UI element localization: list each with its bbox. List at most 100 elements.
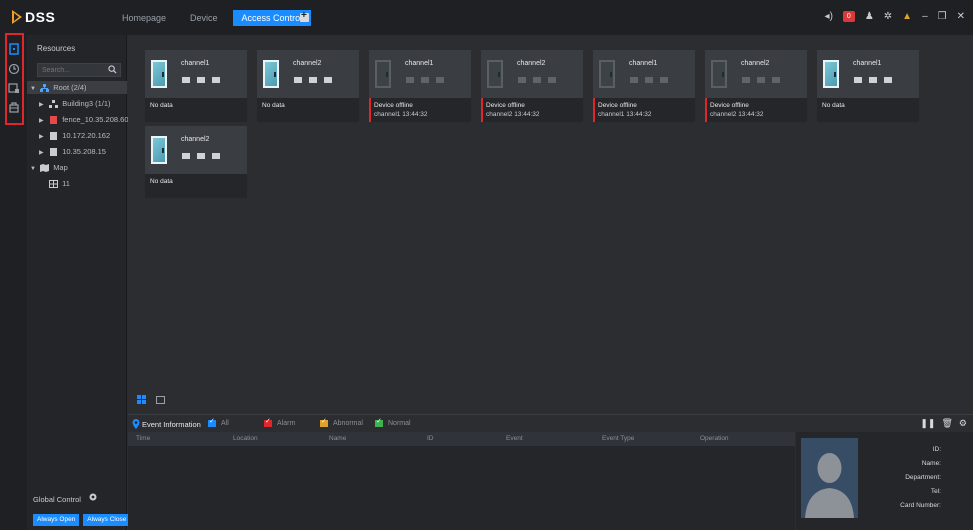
name-label: Name:	[921, 460, 941, 467]
door-actions	[182, 153, 220, 159]
filter-abnormal[interactable]: Abnormal	[320, 417, 363, 427]
search-input[interactable]	[38, 64, 108, 77]
open-door-icon[interactable]	[742, 77, 750, 83]
door-card[interactable]: channel2 Device offline channel2 13:44:3…	[481, 50, 583, 122]
tree-node-label: Root (2/4)	[53, 83, 87, 92]
minimize-icon[interactable]: –	[922, 11, 928, 22]
resource-search	[37, 63, 121, 77]
channel-time: channel2 13:44:32	[710, 111, 764, 118]
map-item-icon	[49, 180, 58, 189]
monitor-view-icon[interactable]	[156, 396, 165, 404]
close-door-icon[interactable]	[533, 77, 541, 83]
location-pin-icon	[132, 419, 140, 429]
device-red-icon	[50, 116, 58, 125]
add-tab-icon[interactable]	[300, 10, 309, 22]
expand-arrow-icon[interactable]: ▶	[39, 131, 47, 144]
user-icon[interactable]: ♟	[865, 11, 874, 22]
checkbox-normal[interactable]	[375, 417, 383, 427]
search-icon[interactable]	[108, 65, 117, 74]
door-icon	[263, 60, 279, 88]
open-door-icon[interactable]	[182, 153, 190, 159]
map-icon	[40, 164, 50, 173]
camera-icon[interactable]	[324, 77, 332, 83]
door-card[interactable]: channel2 No data	[145, 126, 247, 198]
camera-icon[interactable]	[212, 77, 220, 83]
tree-node-map-item[interactable]: 11	[27, 177, 127, 190]
open-door-icon[interactable]	[182, 77, 190, 83]
grid-view-icon[interactable]	[137, 395, 146, 404]
close-icon[interactable]: ✕	[957, 11, 965, 22]
open-door-icon[interactable]	[630, 77, 638, 83]
camera-icon[interactable]	[212, 153, 220, 159]
close-door-icon[interactable]	[757, 77, 765, 83]
camera-icon[interactable]	[772, 77, 780, 83]
app-logo: DSS	[12, 9, 55, 25]
close-door-icon[interactable]	[421, 77, 429, 83]
open-door-icon[interactable]	[854, 77, 862, 83]
door-card[interactable]: channel2 Device offline channel2 13:44:3…	[705, 50, 807, 122]
door-icon	[711, 60, 727, 88]
always-open-button[interactable]: Always Open	[33, 514, 80, 526]
clear-icon[interactable]: 🗑	[941, 418, 952, 429]
always-close-button[interactable]: Always Close	[83, 514, 131, 526]
door-card[interactable]: channel1 Device offline channel1 13:44:3…	[593, 50, 695, 122]
filter-normal[interactable]: Normal	[375, 417, 411, 427]
event-info-title: Event Information	[132, 419, 201, 429]
door-actions	[294, 77, 332, 83]
door-icon	[375, 60, 391, 88]
checkbox-all[interactable]	[208, 417, 216, 427]
open-door-icon[interactable]	[406, 77, 414, 83]
tree-node-root[interactable]: ▼ Root (2/4)	[27, 81, 127, 94]
expand-arrow-icon[interactable]: ▼	[30, 83, 38, 96]
close-door-icon[interactable]	[869, 77, 877, 83]
checkbox-abnormal[interactable]	[320, 417, 328, 427]
restore-icon[interactable]: ❐	[938, 11, 947, 22]
settings-gear-icon[interactable]: ✲	[884, 11, 892, 22]
speaker-icon[interactable]: ◂)	[825, 11, 833, 22]
tree-node-building[interactable]: ▶ Building3 (1/1)	[27, 97, 127, 110]
tree-node-label: Building3 (1/1)	[62, 99, 111, 108]
filter-all[interactable]: All	[208, 417, 229, 427]
tree-node-map[interactable]: ▼ Map	[27, 161, 127, 174]
tree-node-fence[interactable]: ▶ fence_10.35.208.60	[27, 113, 129, 128]
tab-homepage[interactable]: Homepage	[113, 10, 175, 26]
close-door-icon[interactable]	[197, 77, 205, 83]
close-door-icon[interactable]	[645, 77, 653, 83]
channel-name: channel2	[517, 60, 546, 67]
tree-node-device[interactable]: ▶ 10.172.20.162	[27, 129, 127, 142]
tree-node-label: 10.172.20.162	[62, 131, 111, 140]
tab-device[interactable]: Device	[181, 10, 227, 26]
warning-icon[interactable]: ▲	[902, 11, 912, 22]
col-name: Name	[329, 435, 347, 442]
expand-arrow-icon[interactable]: ▶	[39, 147, 47, 160]
open-door-icon[interactable]	[294, 77, 302, 83]
alarm-count-badge[interactable]: 0	[842, 11, 855, 22]
top-nav: Homepage Device Access Control	[113, 10, 312, 26]
event-info-label: Event Information	[142, 419, 201, 429]
door-icon	[823, 60, 839, 88]
camera-icon[interactable]	[660, 77, 668, 83]
expand-arrow-icon[interactable]: ▶	[39, 99, 47, 112]
camera-icon[interactable]	[436, 77, 444, 83]
top-bar: DSS Homepage Device Access Control ◂) 0 …	[0, 0, 973, 35]
open-door-icon[interactable]	[518, 77, 526, 83]
close-door-icon[interactable]	[197, 153, 205, 159]
filter-alarm[interactable]: Alarm	[264, 417, 295, 427]
expand-arrow-icon[interactable]: ▶	[39, 115, 47, 128]
camera-icon[interactable]	[548, 77, 556, 83]
checkbox-alarm[interactable]	[264, 417, 272, 427]
pause-icon[interactable]: ❚❚	[920, 418, 935, 429]
settings-icon[interactable]: ⚙	[959, 418, 967, 429]
gear-icon[interactable]	[88, 492, 98, 502]
tree-node-device[interactable]: ▶ 10.35.208.15	[27, 145, 127, 158]
close-door-icon[interactable]	[309, 77, 317, 83]
channel-status: No data	[262, 102, 285, 109]
door-card[interactable]: channel1 Device offline channel1 13:44:3…	[369, 50, 471, 122]
door-card[interactable]: channel1 No data	[817, 50, 919, 122]
door-card[interactable]: channel1 No data	[145, 50, 247, 122]
top-right-tools: ◂) 0 ♟ ✲ ▲ – ❐ ✕	[825, 11, 965, 22]
event-table: Time Location Name ID Event Event Type O…	[128, 432, 795, 530]
expand-arrow-icon[interactable]: ▼	[30, 163, 38, 176]
door-card[interactable]: channel2 No data	[257, 50, 359, 122]
camera-icon[interactable]	[884, 77, 892, 83]
